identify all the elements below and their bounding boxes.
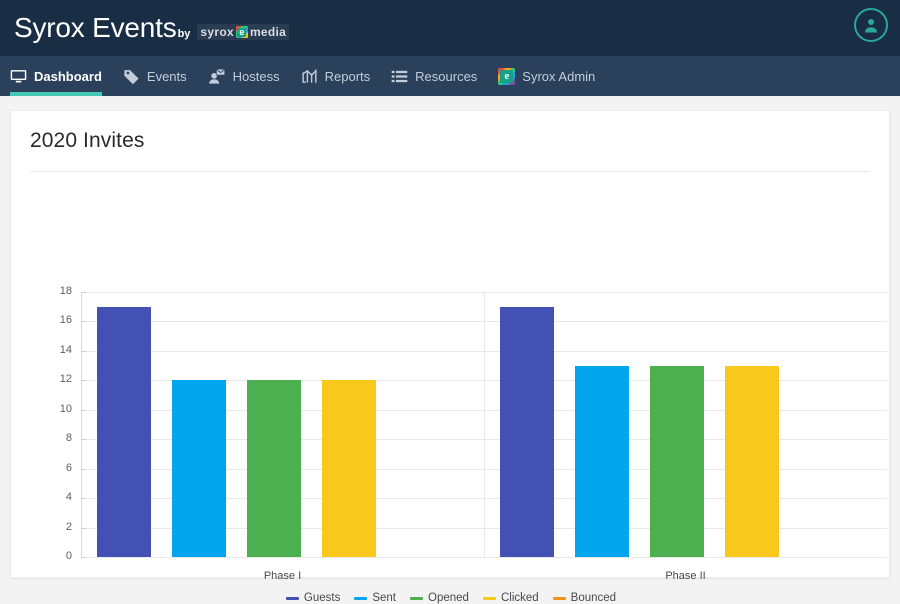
legend-swatch-guests xyxy=(285,596,299,600)
invites-bar-chart: 0 2 4 6 8 10 12 14 16 18 Phase I Phase II Guests Se… xyxy=(11,172,891,604)
y-axis-tick-label: 14 xyxy=(59,343,72,356)
nav-label-reports: Reports xyxy=(324,68,371,84)
y-axis-tick-label: 16 xyxy=(59,314,72,327)
y-axis-tick-mark xyxy=(81,557,86,558)
nav-label-syrox-admin: Syrox Admin xyxy=(522,68,596,84)
legend-swatch-bounced xyxy=(552,596,566,600)
group-separator xyxy=(484,292,485,557)
bar-guests-phase-ii[interactable] xyxy=(500,306,554,557)
y-axis-tick-label: 0 xyxy=(65,550,72,562)
nav-label-dashboard: Dashboard xyxy=(34,68,102,84)
legend-label: Opened xyxy=(428,592,469,604)
legend-swatch-clicked xyxy=(482,596,496,600)
logo-mark-letter: e xyxy=(237,27,247,37)
list-icon xyxy=(391,68,408,85)
legend-swatch-opened xyxy=(410,596,424,600)
avatar[interactable] xyxy=(854,8,888,42)
y-axis-tick-label: 12 xyxy=(59,373,72,386)
legend-item-sent[interactable]: Sent xyxy=(354,592,396,604)
user-icon xyxy=(865,19,877,33)
nav-item-resources[interactable]: Resources xyxy=(391,56,488,96)
brand-by-label: by xyxy=(177,28,191,40)
gridline xyxy=(81,557,887,558)
nav-label-events: Events xyxy=(146,68,187,84)
syrox-logo-icon: e xyxy=(498,67,516,85)
nav-label-resources: Resources xyxy=(415,68,478,84)
nav-item-events[interactable]: Events xyxy=(123,56,198,96)
main-navigation: Dashboard Events Hostess Reports Resourc… xyxy=(0,56,900,96)
syrox-media-logo: syrox e media xyxy=(197,24,290,40)
bar-opened-phase-i[interactable] xyxy=(247,380,301,557)
bar-clicked-phase-i[interactable] xyxy=(322,380,376,557)
legend-swatch-sent xyxy=(354,596,368,600)
bars-layer xyxy=(81,292,887,557)
syrox-logo-letter: e xyxy=(500,69,514,83)
bar-sent-phase-i[interactable] xyxy=(172,380,226,557)
legend-label: Bounced xyxy=(570,592,617,604)
nav-item-syrox-admin[interactable]: e Syrox Admin xyxy=(498,56,606,96)
bar-sent-phase-ii[interactable] xyxy=(575,365,629,557)
bar-opened-phase-ii[interactable] xyxy=(650,365,704,557)
bar-guests-phase-i[interactable] xyxy=(97,306,151,557)
nav-item-dashboard[interactable]: Dashboard xyxy=(10,56,113,96)
user-envelope-icon xyxy=(208,68,226,85)
chart-legend: Guests Sent Opened Clicked Bounced xyxy=(11,592,891,604)
y-axis-tick-label: 4 xyxy=(65,491,72,504)
y-axis-tick-label: 18 xyxy=(59,285,72,297)
nav-list: Dashboard Events Hostess Reports Resourc… xyxy=(0,56,900,96)
chart-card: 2020 Invites 0 2 4 6 8 10 12 14 16 18 Phase I Phas… xyxy=(10,110,891,604)
nav-label-hostess: Hostess xyxy=(232,68,280,84)
legend-item-opened[interactable]: Opened xyxy=(410,592,469,604)
tag-icon xyxy=(123,68,140,85)
legend-item-clicked[interactable]: Clicked xyxy=(482,592,539,604)
legend-label: Clicked xyxy=(500,592,539,604)
logo-mark-icon: e xyxy=(235,26,248,38)
brand-title: Syrox Events xyxy=(14,12,177,43)
y-axis-tick-label: 2 xyxy=(65,520,72,533)
x-axis-label: Phase II xyxy=(665,570,706,582)
legend-label: Sent xyxy=(372,592,397,604)
nav-item-reports[interactable]: Reports xyxy=(301,56,382,96)
legend-label: Guests xyxy=(303,592,341,604)
plot-area: 0 2 4 6 8 10 12 14 16 18 Phase I Phase II xyxy=(60,285,887,582)
chart-line-icon xyxy=(301,68,318,85)
y-axis-tick-label: 8 xyxy=(65,432,72,445)
monitor-icon xyxy=(10,68,27,85)
y-axis-tick-label: 6 xyxy=(65,461,72,474)
page-title: 2020 Invites xyxy=(30,129,145,152)
y-axis-tick-label: 10 xyxy=(59,402,72,415)
logo-text-left: syrox xyxy=(200,25,234,39)
legend-item-bounced[interactable]: Bounced xyxy=(552,592,617,604)
logo-text-right: media xyxy=(249,25,287,39)
app-header: Syrox Events by syrox e media xyxy=(0,0,900,56)
nav-item-hostess[interactable]: Hostess xyxy=(208,56,291,96)
legend-item-guests[interactable]: Guests xyxy=(285,592,341,604)
brand[interactable]: Syrox Events by syrox e media xyxy=(14,12,290,43)
x-axis-label: Phase I xyxy=(263,570,302,582)
bar-clicked-phase-ii[interactable] xyxy=(725,365,779,557)
